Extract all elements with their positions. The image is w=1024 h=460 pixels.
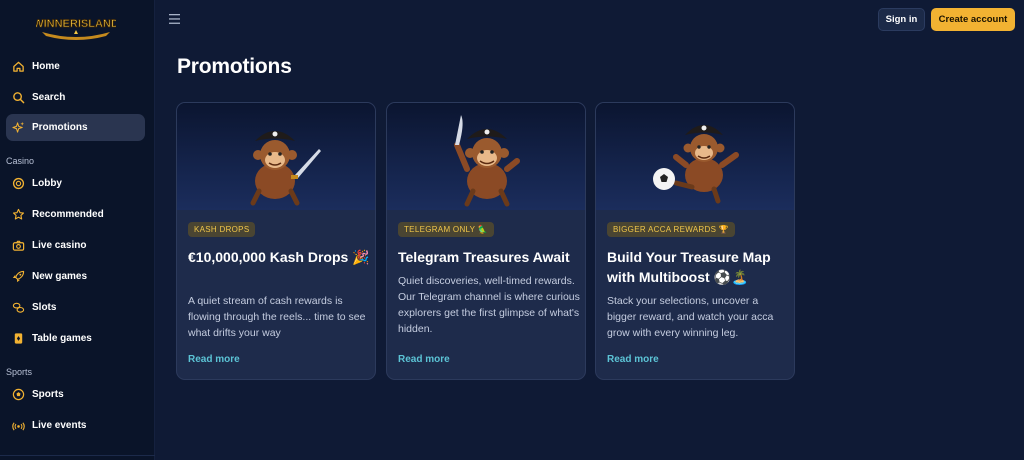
- sidebar-item-label: Lobby: [32, 178, 62, 189]
- sidebar-item-slots[interactable]: Slots: [6, 294, 145, 321]
- sidebar-item-live-casino[interactable]: Live casino: [6, 232, 145, 259]
- sidebar-item-label: Slots: [32, 302, 57, 313]
- sign-in-button[interactable]: Sign in: [878, 8, 925, 31]
- sidebar-item-recommended[interactable]: Recommended: [6, 201, 145, 228]
- sidebar-item-promotions[interactable]: Promotions: [6, 114, 145, 141]
- sidebar-item-label: Live casino: [32, 240, 87, 251]
- sidebar-divider: [0, 455, 155, 456]
- hamburger-menu-icon[interactable]: [168, 13, 182, 25]
- search-icon: [13, 92, 25, 104]
- promo-badge: TELEGRAM ONLY 🦜: [398, 222, 494, 237]
- promo-card-kash-drops[interactable]: KASH DROPS €10,000,000 Kash Drops 🎉 A qu…: [176, 102, 376, 380]
- winnerisland-logo[interactable]: WINNERISLAND: [36, 10, 116, 40]
- promo-card-multiboost[interactable]: BIGGER ACCA REWARDS 🏆 Build Your Treasur…: [595, 102, 795, 380]
- promo-card-telegram-treasures[interactable]: TELEGRAM ONLY 🦜 Telegram Treasures Await…: [386, 102, 586, 380]
- promo-title: Build Your Treasure Map with Multiboost …: [607, 249, 771, 285]
- sidebar-item-label: Live events: [32, 420, 87, 431]
- live-signal-icon: [12, 422, 25, 431]
- sidebar-item-label: Sports: [32, 389, 64, 400]
- sidebar-item-live-events[interactable]: Live events: [6, 412, 145, 439]
- sidebar-item-label: Search: [32, 92, 66, 103]
- lobby-icon: [12, 177, 25, 190]
- coins-icon: [12, 302, 25, 313]
- section-label-sports: Sports: [6, 367, 33, 377]
- promo-badge: BIGGER ACCA REWARDS 🏆: [607, 222, 735, 237]
- promo-image-monkey-pirate-football: [596, 103, 794, 210]
- promo-image-monkey-pirate-raised-sword: [387, 103, 585, 210]
- sidebar-item-home[interactable]: Home: [6, 53, 145, 80]
- home-icon: [13, 61, 24, 72]
- promo-title: €10,000,000 Kash Drops 🎉: [188, 249, 370, 265]
- promo-image-monkey-pirate-sword: [177, 103, 375, 210]
- cards-icon: [14, 333, 23, 344]
- camera-icon: [12, 240, 25, 251]
- svg-text:WINNERISLAND: WINNERISLAND: [36, 18, 116, 30]
- create-account-button[interactable]: Create account: [931, 8, 1015, 31]
- read-more-link[interactable]: Read more: [398, 354, 450, 365]
- page-title: Promotions: [177, 55, 292, 78]
- promo-description: Quiet discoveries, well-timed rewards. O…: [398, 275, 580, 335]
- sidebar-item-label: Recommended: [32, 209, 104, 220]
- sparkles-icon: [12, 121, 25, 133]
- soccer-ball-icon: [12, 388, 25, 401]
- read-more-link[interactable]: Read more: [607, 354, 659, 365]
- sidebar-item-table-games[interactable]: Table games: [6, 325, 145, 352]
- sidebar-item-sports[interactable]: Sports: [6, 381, 145, 408]
- sidebar-item-label: Promotions: [32, 122, 88, 133]
- star-icon: [12, 208, 25, 220]
- sidebar-item-label: Table games: [32, 333, 92, 344]
- section-label-casino: Casino: [6, 156, 35, 166]
- sidebar-item-new-games[interactable]: New games: [6, 263, 145, 290]
- promo-description: A quiet stream of cash rewards is flowin…: [188, 295, 366, 339]
- rocket-icon: [12, 270, 25, 283]
- promo-description: Stack your selections, uncover a bigger …: [607, 295, 774, 339]
- read-more-link[interactable]: Read more: [188, 354, 240, 365]
- sidebar-item-label: New games: [32, 271, 88, 282]
- sidebar: WINNERISLAND Home Search Promotions Casi…: [0, 0, 155, 460]
- promo-title: Telegram Treasures Await: [398, 249, 570, 265]
- sidebar-item-label: Home: [32, 61, 60, 72]
- promo-badge: KASH DROPS: [188, 222, 256, 237]
- sidebar-item-lobby[interactable]: Lobby: [6, 170, 145, 197]
- sidebar-item-search[interactable]: Search: [6, 84, 145, 111]
